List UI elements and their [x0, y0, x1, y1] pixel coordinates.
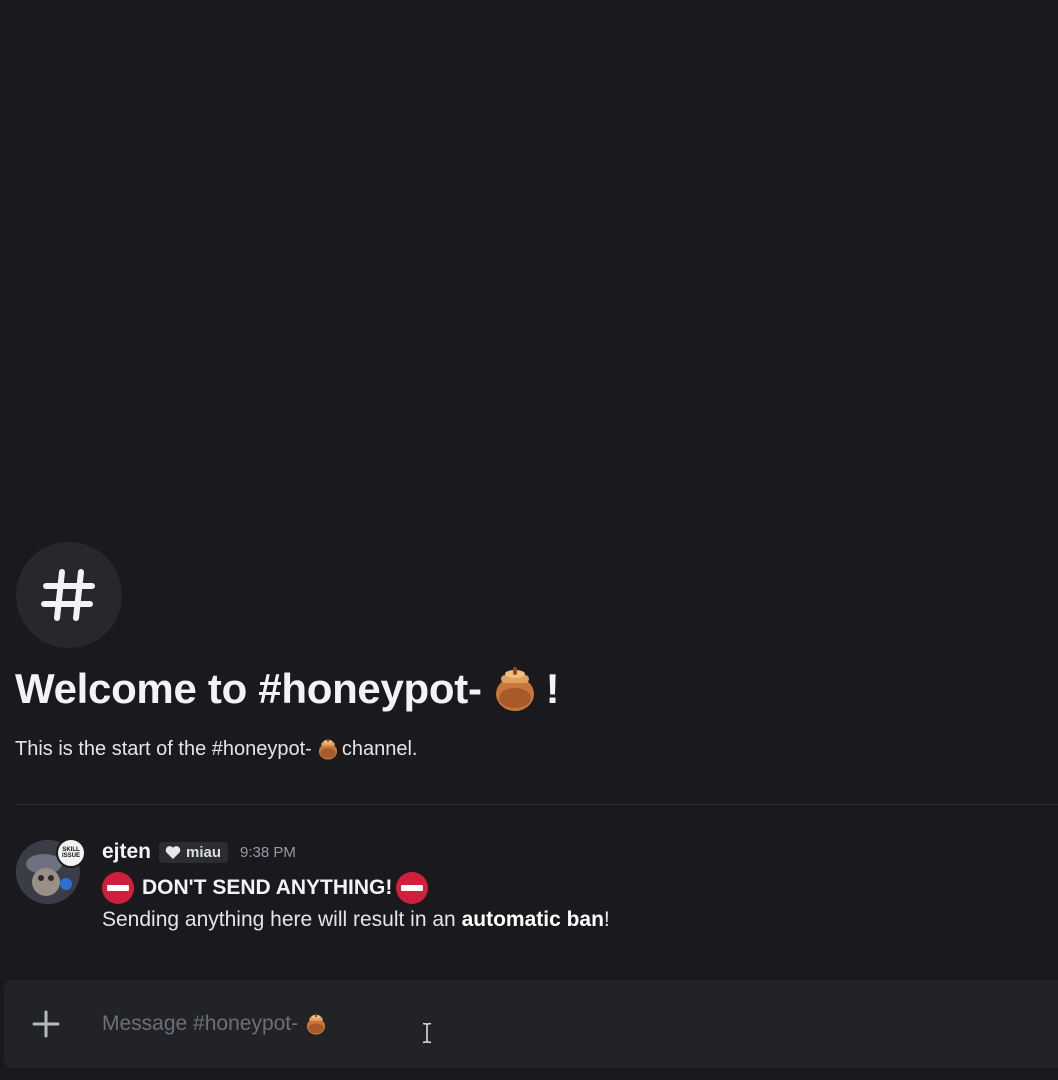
- message-input[interactable]: Message #honeypot-: [102, 1006, 802, 1042]
- message-body-bold: automatic ban: [461, 908, 604, 931]
- message-body-text: Sending anything here will result in an: [102, 908, 462, 931]
- welcome-subtitle-text: This is the start of the #honeypot-: [15, 737, 312, 760]
- message-warning-text: DON'T SEND ANYTHING!: [142, 876, 393, 899]
- message-composer: Message #honeypot-: [4, 980, 1058, 1068]
- welcome-title-text: Welcome to #honeypot-: [15, 665, 482, 712]
- add-attachment-button[interactable]: [28, 1006, 64, 1042]
- timestamp[interactable]: 9:38 PM: [240, 844, 296, 861]
- text-cursor-icon: [422, 1022, 432, 1044]
- honey-pot-icon: [318, 738, 337, 760]
- message-body-suffix: !: [603, 908, 610, 931]
- role-tag[interactable]: miau: [159, 841, 229, 863]
- welcome-title: Welcome to #honeypot- !: [15, 664, 560, 714]
- message-item: SKILL ISSUE ejten miau 9:38 PM DON'T SEN…: [16, 836, 1058, 936]
- honey-pot-icon: [307, 1013, 326, 1035]
- username[interactable]: ejten: [102, 840, 151, 864]
- welcome-title-exclaim: !: [545, 665, 560, 712]
- welcome-subtitle-suffix: channel.: [341, 737, 418, 760]
- avatar[interactable]: SKILL ISSUE: [16, 838, 86, 904]
- welcome-subtitle: This is the start of the #honeypot- chan…: [15, 737, 417, 761]
- no-entry-icon: [396, 872, 429, 904]
- plus-icon: [32, 1010, 60, 1038]
- channel-hash-badge: [16, 542, 122, 648]
- avatar-badge: SKILL ISSUE: [56, 838, 86, 868]
- message-line-body: Sending anything here will result in an …: [102, 908, 610, 932]
- message-line-warning: DON'T SEND ANYTHING!: [102, 872, 429, 904]
- chat-area: Welcome to #honeypot- ! This is the star…: [0, 0, 1058, 1080]
- message-header: ejten miau 9:38 PM: [102, 840, 296, 864]
- honey-pot-icon: [495, 667, 534, 711]
- message-input-placeholder: Message #honeypot-: [102, 1012, 299, 1035]
- no-entry-icon: [102, 872, 134, 904]
- heart-icon: [165, 845, 181, 859]
- role-tag-label: miau: [186, 843, 222, 861]
- hashtag-icon: [41, 569, 95, 621]
- divider: [16, 804, 1058, 805]
